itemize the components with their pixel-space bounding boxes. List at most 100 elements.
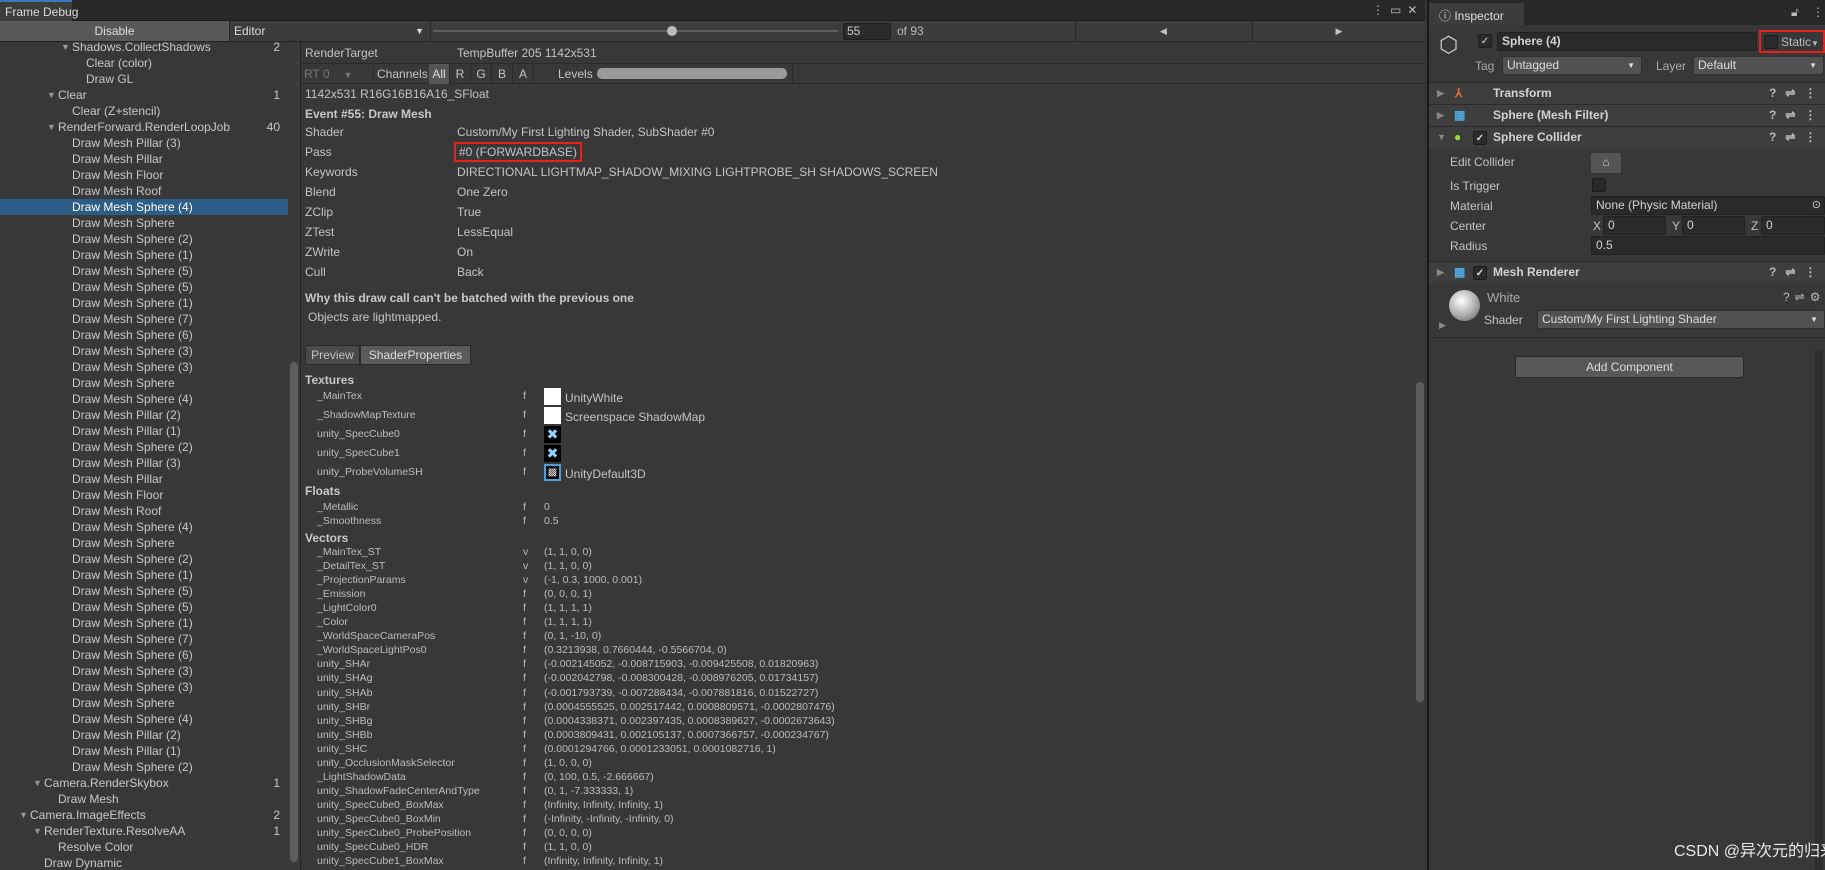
lock-icon[interactable]: 🔓︎: [1791, 5, 1799, 20]
tree-item[interactable]: Draw Mesh Sphere (3): [0, 343, 288, 359]
material-field[interactable]: None (Physic Material) ⊙: [1591, 196, 1825, 215]
tree-item[interactable]: Clear (color): [0, 55, 288, 71]
active-checkbox[interactable]: ✓: [1478, 34, 1492, 48]
renderer-enabled-checkbox[interactable]: ✓: [1473, 266, 1487, 280]
tree-item[interactable]: Draw Mesh Sphere (1): [0, 615, 288, 631]
tree-item[interactable]: Draw Mesh Sphere (5): [0, 263, 288, 279]
component-actions[interactable]: ?⇌⋮: [1769, 262, 1825, 283]
details-scrollbar[interactable]: [1414, 372, 1426, 870]
channel-a-button[interactable]: A: [513, 64, 534, 84]
tree-item[interactable]: Draw Mesh Sphere (4): [0, 199, 288, 215]
tree-item[interactable]: Draw Mesh Sphere (4): [0, 391, 288, 407]
foldout-right-icon[interactable]: ▶: [1439, 320, 1446, 331]
foldout-right-icon[interactable]: ▶: [1437, 105, 1444, 126]
gameobject-cube-icon[interactable]: ⬡: [1439, 32, 1458, 58]
tree-scrollbar[interactable]: [288, 42, 300, 870]
tab-preview[interactable]: Preview: [305, 345, 360, 365]
texture-3d-icon[interactable]: ▩: [544, 464, 561, 481]
missing-cubemap-icon[interactable]: ✖: [544, 445, 561, 462]
tree-item[interactable]: Draw Mesh Sphere: [0, 375, 288, 391]
tree-item[interactable]: Draw Mesh Roof: [0, 183, 288, 199]
component-actions[interactable]: ?⇌⋮: [1769, 83, 1825, 104]
slider-thumb[interactable]: [666, 26, 677, 36]
event-index-input[interactable]: 55: [843, 23, 891, 40]
tree-item[interactable]: Draw Mesh Roof: [0, 503, 288, 519]
tree-item[interactable]: ▼ RenderTexture.ResolveAA 1: [0, 823, 288, 839]
object-name-input[interactable]: Sphere (4): [1497, 32, 1757, 51]
tree-item[interactable]: Draw Mesh Sphere (3): [0, 663, 288, 679]
tree-item[interactable]: Draw Mesh Pillar: [0, 151, 288, 167]
tree-item[interactable]: Draw Mesh Sphere: [0, 535, 288, 551]
maximize-icon[interactable]: ▭: [1390, 3, 1407, 17]
previous-event-button[interactable]: ◀: [1075, 21, 1251, 41]
tree-item[interactable]: Draw Mesh Sphere (5): [0, 599, 288, 615]
tree-item[interactable]: Draw Mesh Sphere (2): [0, 231, 288, 247]
tree-item[interactable]: Draw Mesh Sphere (7): [0, 311, 288, 327]
tree-scroll-thumb[interactable]: [290, 362, 298, 862]
foldout-down-icon[interactable]: ▼: [19, 807, 28, 823]
tree-item[interactable]: Draw Mesh Sphere (6): [0, 647, 288, 663]
layer-dropdown[interactable]: Default ▼: [1693, 56, 1824, 75]
tree-item[interactable]: ▼ Camera.RenderSkybox 1: [0, 775, 288, 791]
foldout-down-icon[interactable]: ▼: [33, 823, 42, 839]
tree-item[interactable]: Clear (Z+stencil): [0, 103, 288, 119]
tree-item[interactable]: Draw Mesh Sphere (7): [0, 631, 288, 647]
tree-item[interactable]: Draw Mesh Pillar (2): [0, 727, 288, 743]
tree-item[interactable]: ▼ Shadows.CollectShadows 2: [0, 42, 288, 55]
component-mesh-filter[interactable]: ▶ ▦ Sphere (Mesh Filter) ?⇌⋮: [1429, 104, 1825, 126]
event-slider[interactable]: [433, 26, 838, 36]
shader-dropdown[interactable]: Custom/My First Lighting Shader ▼: [1537, 310, 1825, 329]
missing-cubemap-icon[interactable]: ✖: [544, 426, 561, 443]
static-dropdown[interactable]: Static▼: [1781, 35, 1819, 49]
tree-item[interactable]: Draw Mesh Floor: [0, 167, 288, 183]
tree-item[interactable]: Draw Mesh Sphere (5): [0, 583, 288, 599]
channel-b-button[interactable]: B: [492, 64, 513, 84]
collider-enabled-checkbox[interactable]: ✓: [1473, 131, 1487, 145]
tree-item[interactable]: Draw Mesh Sphere (1): [0, 247, 288, 263]
foldout-down-icon[interactable]: ▼: [61, 42, 70, 55]
component-mesh-renderer[interactable]: ▶ ▦ ✓ Mesh Renderer ?⇌⋮: [1429, 261, 1825, 283]
tree-item[interactable]: Draw Mesh: [0, 791, 288, 807]
inspector-scrollbar[interactable]: [1815, 350, 1823, 870]
tag-dropdown[interactable]: Untagged ▼: [1502, 56, 1642, 75]
tree-item[interactable]: Draw Mesh Pillar (2): [0, 407, 288, 423]
tree-item[interactable]: Draw Mesh Sphere: [0, 695, 288, 711]
channel-all-button[interactable]: All: [429, 64, 450, 84]
foldout-down-icon[interactable]: ▼: [1437, 127, 1446, 148]
tree-item[interactable]: Draw Mesh Sphere (1): [0, 295, 288, 311]
radius-input[interactable]: 0.5: [1591, 236, 1825, 255]
levels-slider[interactable]: [597, 68, 787, 79]
foldout-right-icon[interactable]: ▶: [1437, 83, 1444, 104]
center-z-input[interactable]: 0: [1761, 216, 1825, 235]
is-trigger-checkbox[interactable]: [1592, 178, 1606, 192]
static-checkbox[interactable]: [1764, 35, 1778, 49]
tree-item[interactable]: Draw Mesh Sphere (1): [0, 567, 288, 583]
tree-item[interactable]: ▼ Camera.ImageEffects 2: [0, 807, 288, 823]
disable-button[interactable]: Disable: [0, 21, 230, 41]
tree-item[interactable]: Draw Mesh Sphere (3): [0, 679, 288, 695]
material-actions[interactable]: ?⇌⚙: [1783, 290, 1825, 304]
tree-item[interactable]: Draw GL: [0, 71, 288, 87]
add-component-button[interactable]: Add Component: [1515, 356, 1744, 378]
center-x-input[interactable]: 0: [1603, 216, 1666, 235]
center-y-input[interactable]: 0: [1682, 216, 1745, 235]
tree-item[interactable]: Draw Mesh Sphere (5): [0, 279, 288, 295]
next-event-button[interactable]: ▶: [1252, 21, 1425, 41]
tab-inspector[interactable]: ⓘ Inspector: [1429, 3, 1524, 25]
tree-item[interactable]: Draw Mesh Sphere (2): [0, 439, 288, 455]
tree-item[interactable]: Resolve Color: [0, 839, 288, 855]
channel-g-button[interactable]: G: [471, 64, 492, 84]
tree-item[interactable]: Draw Mesh Floor: [0, 487, 288, 503]
foldout-down-icon[interactable]: ▼: [47, 119, 56, 135]
object-picker-icon[interactable]: ⊙: [1812, 197, 1821, 214]
tree-item[interactable]: Draw Mesh Sphere (4): [0, 519, 288, 535]
tree-item[interactable]: ▼ Clear 1: [0, 87, 288, 103]
tree-item[interactable]: Draw Mesh Pillar: [0, 471, 288, 487]
details-scroll-thumb[interactable]: [1416, 382, 1424, 702]
tab-frame-debug[interactable]: Frame Debug: [0, 0, 78, 21]
foldout-down-icon[interactable]: ▼: [47, 87, 56, 103]
tree-item[interactable]: Draw Mesh Pillar (1): [0, 743, 288, 759]
tree-item[interactable]: Draw Mesh Sphere (6): [0, 327, 288, 343]
rt-dropdown[interactable]: RT 0 ▼: [304, 67, 353, 81]
edit-collider-button[interactable]: ⌂: [1591, 153, 1621, 173]
